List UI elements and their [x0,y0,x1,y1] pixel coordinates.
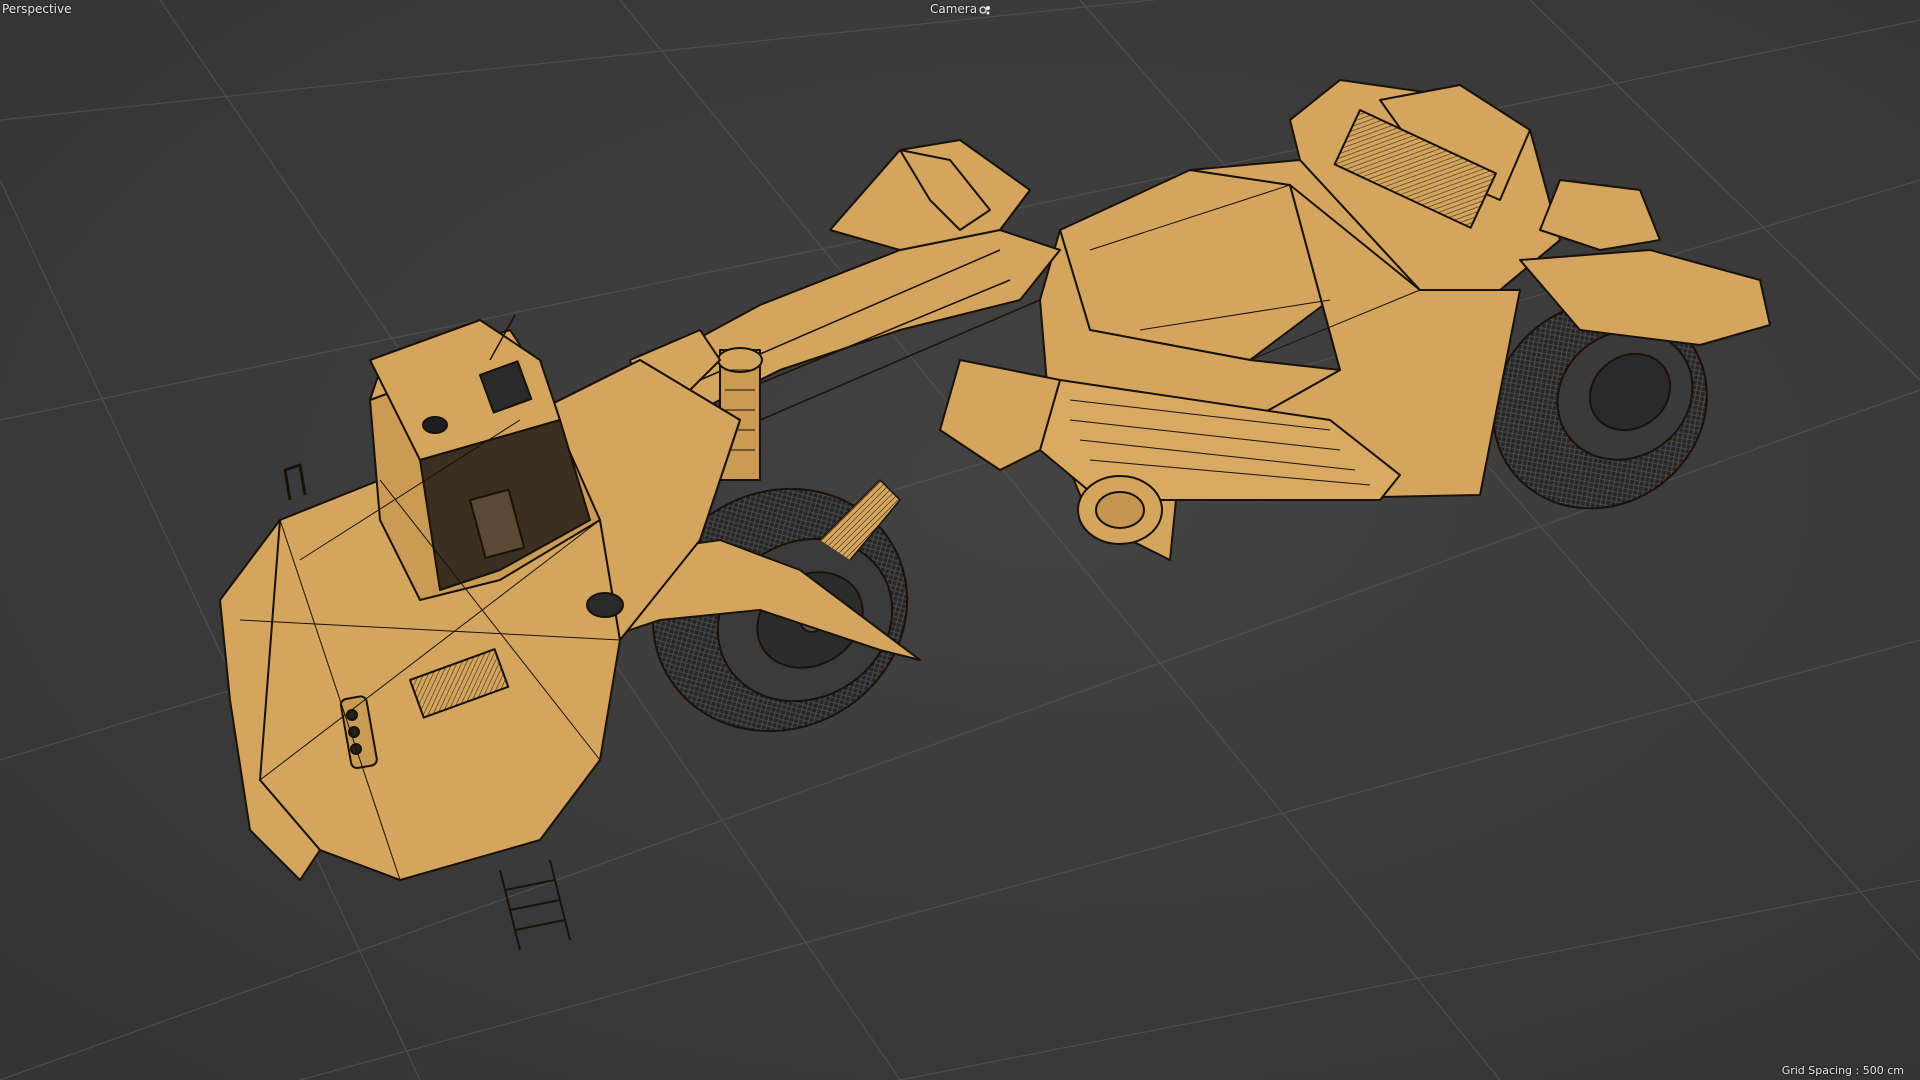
grid-spacing-readout: Grid Spacing : 500 cm [1781,1064,1904,1077]
ladder [499,859,571,951]
view-name-label[interactable]: Perspective [2,2,72,16]
viewport-scene[interactable] [0,0,1920,1080]
scraper-model[interactable] [219,79,1771,951]
camera-target-icon[interactable] [979,4,991,15]
3d-viewport[interactable]: Perspective Camera Grid Spacing : 500 cm [0,0,1920,1080]
camera-menu[interactable]: Camera [930,2,991,16]
camera-label-text: Camera [930,2,978,16]
